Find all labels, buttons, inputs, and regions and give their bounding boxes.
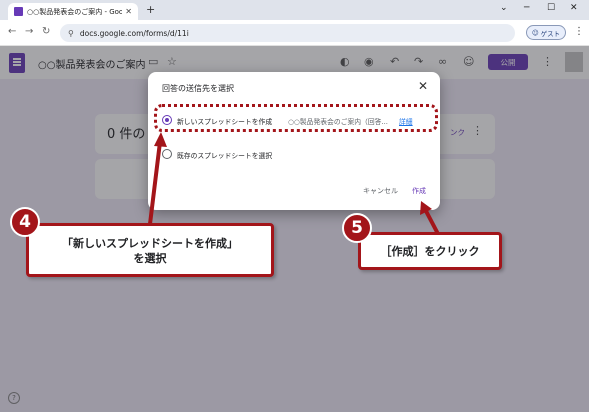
- tab-close-icon[interactable]: ✕: [125, 7, 132, 16]
- step4-line2: を選択: [133, 252, 167, 265]
- step5-callout: ［作成］をクリック: [358, 232, 502, 270]
- step5-badge: 5: [342, 213, 372, 243]
- browser-tabstrip: ○○製品発表会のご案内 - Google ✕ + ⌄ ─ ☐ ✕: [0, 0, 589, 20]
- browser-toolbar: ← → ↻ ⚲ docs.google.com/forms/d/11i ☺ ゲス…: [0, 20, 589, 46]
- option-existing-label[interactable]: 既存のスプレッドシートを選択: [177, 150, 272, 160]
- url-text: docs.google.com/forms/d/11i: [79, 28, 189, 38]
- close-icon[interactable]: ✕: [418, 79, 428, 93]
- browser-menu-icon[interactable]: ⋮: [574, 26, 584, 37]
- person-icon: ☺: [531, 28, 539, 37]
- minimize-button[interactable]: ─: [524, 3, 529, 13]
- address-bar[interactable]: ⚲ docs.google.com/forms/d/11i: [60, 24, 515, 42]
- tab-title: ○○製品発表会のご案内 - Google: [27, 7, 123, 16]
- site-info-icon[interactable]: ⚲: [68, 29, 74, 38]
- maximize-button[interactable]: ☐: [547, 3, 555, 13]
- forms-favicon-icon: [14, 7, 23, 16]
- highlight-new-option: [154, 104, 438, 132]
- step4-line1: 「新しいスプレッドシートを作成」: [62, 237, 238, 250]
- new-tab-button[interactable]: +: [146, 3, 155, 16]
- back-icon[interactable]: ←: [8, 26, 16, 37]
- guest-profile-button[interactable]: ☺ ゲスト: [526, 25, 566, 40]
- select-destination-dialog: 回答の送信先を選択 ✕ 新しいスプレッドシートを作成 ○○製品発表会のご案内（回…: [148, 72, 440, 210]
- guest-label: ゲスト: [540, 29, 561, 38]
- step4-badge: 4: [10, 207, 40, 237]
- forward-icon[interactable]: →: [25, 26, 33, 37]
- browser-tab[interactable]: ○○製品発表会のご案内 - Google ✕: [8, 3, 138, 20]
- cancel-button[interactable]: キャンセル: [363, 186, 398, 196]
- create-button[interactable]: 作成: [412, 186, 426, 196]
- radio-existing-spreadsheet[interactable]: [162, 149, 172, 159]
- close-window-button[interactable]: ✕: [570, 3, 578, 13]
- step4-callout: 「新しいスプレッドシートを作成」 を選択: [26, 223, 274, 277]
- tab-search-icon[interactable]: ⌄: [500, 3, 508, 13]
- step5-text: ［作成］をクリック: [380, 245, 480, 258]
- reload-icon[interactable]: ↻: [42, 26, 50, 37]
- dialog-title: 回答の送信先を選択: [162, 84, 234, 93]
